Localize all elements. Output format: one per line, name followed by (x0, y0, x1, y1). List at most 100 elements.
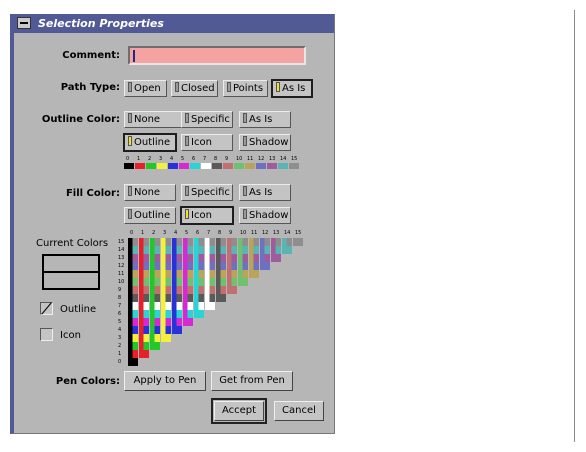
grid-cell[interactable] (172, 246, 182, 254)
grid-cell[interactable] (183, 254, 193, 262)
grid-cell[interactable] (128, 334, 138, 342)
grid-cell[interactable] (194, 270, 204, 278)
grid-cell[interactable] (139, 270, 149, 278)
grid-cell[interactable] (216, 254, 226, 262)
grid-cell[interactable] (161, 334, 171, 342)
grid-cell[interactable] (238, 254, 248, 262)
grid-cell[interactable] (249, 238, 259, 246)
grid-cell[interactable] (183, 238, 193, 246)
grid-cell[interactable] (216, 286, 226, 294)
outline-checkbox[interactable] (40, 302, 53, 315)
grid-cell[interactable] (205, 286, 215, 294)
grid-cell[interactable] (194, 310, 204, 318)
outline-icon-toggle[interactable]: Icon (181, 134, 233, 151)
grid-cell[interactable] (194, 254, 204, 262)
grid-cell[interactable] (293, 238, 303, 246)
grid-cell[interactable] (183, 294, 193, 302)
grid-cell[interactable] (172, 294, 182, 302)
grid-cell[interactable] (227, 278, 237, 286)
grid-cell[interactable] (172, 286, 182, 294)
grid-cell[interactable] (161, 278, 171, 286)
grid-cell[interactable] (128, 310, 138, 318)
grid-cell[interactable] (205, 302, 215, 310)
grid-cell[interactable] (161, 286, 171, 294)
palette-swatch[interactable] (278, 163, 288, 169)
grid-cell[interactable] (205, 262, 215, 270)
outline-asis-toggle[interactable]: As Is (239, 111, 291, 128)
grid-cell[interactable] (271, 238, 281, 246)
grid-cell[interactable] (139, 326, 149, 334)
grid-cell[interactable] (172, 310, 182, 318)
grid-cell[interactable] (161, 270, 171, 278)
cancel-button[interactable]: Cancel (274, 401, 324, 421)
grid-cell[interactable] (238, 262, 248, 270)
grid-cell[interactable] (128, 278, 138, 286)
grid-cell[interactable] (150, 318, 160, 326)
grid-cell[interactable] (172, 270, 182, 278)
grid-cell[interactable] (282, 246, 292, 254)
grid-cell[interactable] (227, 254, 237, 262)
grid-cell[interactable] (150, 278, 160, 286)
grid-cell[interactable] (150, 342, 160, 350)
grid-cell[interactable] (139, 246, 149, 254)
grid-cell[interactable] (205, 238, 215, 246)
grid-cell[interactable] (183, 246, 193, 254)
fill-icon-toggle[interactable]: Icon (180, 206, 234, 225)
grid-cell[interactable] (128, 294, 138, 302)
palette-swatch[interactable] (135, 163, 145, 169)
grid-cell[interactable] (183, 318, 193, 326)
grid-cell[interactable] (150, 326, 160, 334)
path-type-open-toggle[interactable]: Open (124, 80, 167, 97)
grid-cell[interactable] (238, 278, 248, 286)
palette-swatch[interactable] (190, 163, 200, 169)
outline-none-toggle[interactable]: None (124, 111, 188, 128)
grid-cell[interactable] (216, 270, 226, 278)
grid-cell[interactable] (238, 270, 248, 278)
grid-cell[interactable] (194, 278, 204, 286)
grid-cell[interactable] (183, 262, 193, 270)
grid-cell[interactable] (194, 302, 204, 310)
palette-swatch[interactable] (234, 163, 244, 169)
grid-cell[interactable] (150, 302, 160, 310)
grid-cell[interactable] (139, 334, 149, 342)
grid-cell[interactable] (128, 358, 138, 366)
palette-swatch[interactable] (289, 163, 299, 169)
grid-cell[interactable] (194, 294, 204, 302)
grid-cell[interactable] (161, 254, 171, 262)
grid-cell[interactable] (205, 294, 215, 302)
path-type-points-toggle[interactable]: Points (223, 80, 268, 97)
fill-shadow-toggle[interactable]: Shadow (239, 207, 291, 224)
grid-cell[interactable] (194, 238, 204, 246)
grid-cell[interactable] (249, 270, 259, 278)
grid-cell[interactable] (249, 262, 259, 270)
grid-cell[interactable] (139, 278, 149, 286)
path-type-asis-toggle[interactable]: As Is (271, 79, 313, 98)
grid-cell[interactable] (194, 286, 204, 294)
grid-cell[interactable] (150, 294, 160, 302)
grid-cell[interactable] (161, 302, 171, 310)
grid-cell[interactable] (172, 302, 182, 310)
window-menu-icon[interactable] (17, 17, 31, 29)
fill-asis-toggle[interactable]: As Is (239, 184, 291, 201)
comment-input[interactable] (128, 46, 306, 65)
palette-swatch[interactable] (146, 163, 156, 169)
palette-swatch[interactable] (157, 163, 167, 169)
grid-cell[interactable] (260, 262, 270, 270)
grid-cell[interactable] (161, 326, 171, 334)
grid-cell[interactable] (161, 318, 171, 326)
grid-cell[interactable] (260, 238, 270, 246)
grid-cell[interactable] (161, 262, 171, 270)
get-from-pen-button[interactable]: Get from Pen (211, 371, 293, 391)
palette-swatch[interactable] (168, 163, 178, 169)
grid-cell[interactable] (249, 254, 259, 262)
grid-cell[interactable] (139, 350, 149, 358)
grid-cell[interactable] (227, 262, 237, 270)
grid-cell[interactable] (205, 254, 215, 262)
grid-cell[interactable] (205, 270, 215, 278)
palette-swatch[interactable] (201, 163, 211, 169)
palette-swatch[interactable] (245, 163, 255, 169)
grid-cell[interactable] (260, 246, 270, 254)
grid-cell[interactable] (238, 238, 248, 246)
grid-cell[interactable] (216, 278, 226, 286)
grid-cell[interactable] (150, 246, 160, 254)
